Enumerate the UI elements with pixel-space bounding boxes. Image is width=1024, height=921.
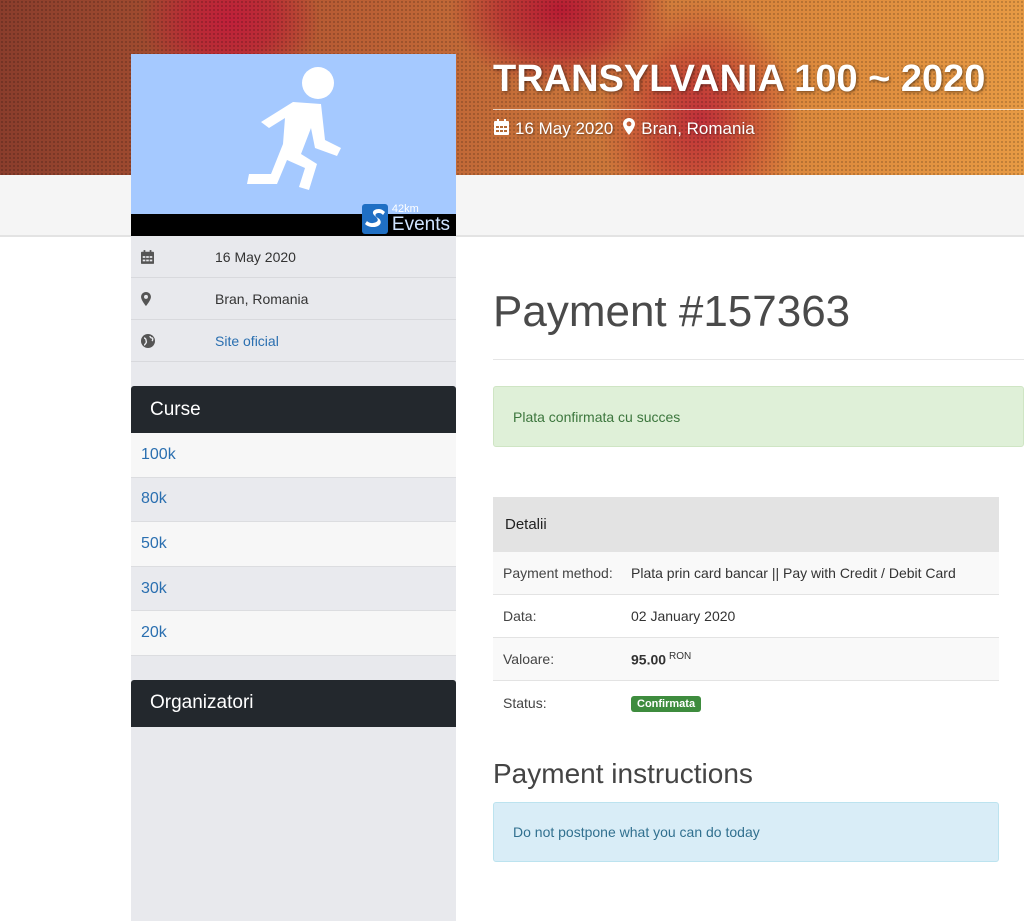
event-date: 16 May 2020 [515, 119, 614, 138]
sidebar: 42km Events 16 May 2020 Bran, Romania Si… [131, 54, 456, 921]
courses-list: 100k 80k 50k 30k 20k [131, 433, 456, 656]
organizers-heading: Organizatori [131, 679, 456, 727]
table-row-payment-method: Payment method: Plata prin card bancar |… [493, 552, 999, 595]
success-alert: Plata confirmata cu succes [493, 386, 1024, 447]
info-location: Bran, Romania [215, 290, 309, 307]
main-content: Payment #157363 Plata confirmata cu succ… [493, 237, 1024, 862]
row-label: Payment method: [503, 565, 613, 581]
event-title: TRANSYLVANIA 100 ~ 2020 [493, 58, 1024, 110]
info-date: 16 May 2020 [215, 248, 296, 265]
row-label: Data: [503, 608, 537, 624]
table-row-status: Status: Confirmata [493, 681, 999, 724]
event-logo: 42km Events [131, 54, 456, 236]
globe-icon [131, 333, 215, 348]
row-value: Confirmata [631, 694, 999, 712]
info-row-location: Bran, Romania [131, 278, 456, 320]
event-meta: 16 May 2020 Bran, Romania [494, 118, 755, 140]
status-badge: Confirmata [631, 695, 702, 712]
course-item-80k[interactable]: 80k [131, 477, 456, 523]
brand-logo: 42km Events [361, 204, 450, 235]
courses-heading: Curse [131, 386, 456, 433]
page-title: Payment #157363 [493, 287, 1024, 360]
currency-label: RON [669, 650, 692, 662]
table-row-amount: Valoare: 95.00 RON [493, 638, 999, 681]
info-row-date: 16 May 2020 [131, 236, 456, 278]
instructions-alert: Do not postpone what you can do today [493, 802, 999, 862]
amount-value: 95.00 [631, 651, 667, 668]
course-item-20k[interactable]: 20k [131, 611, 456, 656]
row-value: Plata prin card bancar || Pay with Credi… [631, 565, 956, 581]
event-location: Bran, Romania [641, 119, 755, 138]
runner-icon [247, 67, 341, 190]
details-heading: Detalii [493, 497, 999, 552]
row-label: Status: [503, 694, 547, 711]
row-value: 02 January 2020 [631, 608, 736, 624]
calendar-icon [131, 249, 215, 264]
brand-text: 42km Events [391, 204, 450, 235]
table-row-date: Data: 02 January 2020 [493, 595, 999, 638]
details-table: Detalii Payment method: Plata prin card … [493, 497, 999, 724]
course-item-50k[interactable]: 50k [131, 522, 456, 567]
course-item-30k[interactable]: 30k [131, 566, 456, 612]
row-label: Valoare: [503, 651, 555, 667]
calendar-icon [494, 118, 509, 140]
course-item-100k[interactable]: 100k [131, 433, 456, 478]
map-marker-icon [623, 118, 636, 140]
brand-large-text: Events [391, 214, 450, 235]
official-site-link[interactable]: Site oficial [215, 333, 279, 349]
brand-mark-icon [361, 204, 388, 234]
map-marker-icon [131, 291, 215, 306]
instructions-heading: Payment instructions [493, 758, 753, 789]
info-row-site: Site oficial [131, 320, 456, 362]
row-value: 95.00 RON [631, 651, 999, 668]
